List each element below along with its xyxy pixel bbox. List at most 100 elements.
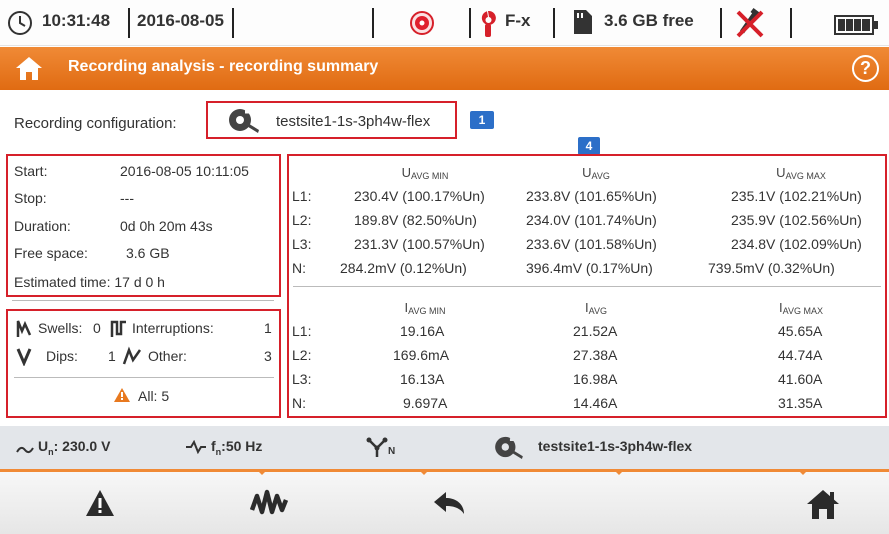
current-n-max: 31.35A [778,395,823,411]
current-row-label: L3: [292,371,312,387]
i-avg-min-header: IAVG MIN [404,300,446,316]
callout-badge-4: 4 [578,137,600,155]
current-l2-avg: 27.38A [573,347,618,363]
swell-icon [16,318,32,343]
waveform-button[interactable] [196,472,336,534]
all-events-count: All: 5 [138,388,170,404]
home-icon[interactable] [15,55,43,86]
u-avg-header: UAVG [582,165,610,181]
nominal-voltage: Un: 230.0 V [38,438,111,457]
recording-icon[interactable] [410,11,434,40]
duration-value: 0d 0h 20m 43s [120,218,213,234]
current-row-label: L2: [292,347,312,363]
voltage-l2-max: 235.9V (102.56%Un) [731,212,862,228]
clamp-type: F-x [505,11,531,30]
status-divider [232,8,234,38]
current-n-avg: 14.46A [573,395,618,411]
current-l3-min: 16.13A [400,371,445,387]
voltage-l3-avg: 233.6V (101.58%Un) [526,236,657,252]
clock-icon [7,10,33,41]
status-date: 2016-08-05 [137,11,224,30]
dip-icon [16,346,32,371]
status-divider [553,8,555,38]
home-button[interactable] [752,472,889,534]
battery-icon [834,15,880,40]
current-l1-max: 45.65A [778,323,823,339]
free-space-value: 3.6 GB [126,245,170,261]
voltage-l1-avg: 233.8V (101.65%Un) [526,188,657,204]
current-l2-min: 169.6mA [393,347,450,363]
bottom-toolbar [0,469,889,534]
stop-value: --- [120,190,134,206]
i-avg-header: IAVG [585,300,607,316]
status-bar: 10:31:48 2016-08-05 F-x 3.6 GB free [0,0,889,46]
events-button[interactable] [30,472,170,534]
current-l2-max: 44.74A [778,347,823,363]
clamp-config-icon [493,435,525,464]
callout-badge-1: 1 [470,111,494,129]
other-event-icon [122,346,142,371]
voltage-row-label: L1: [292,188,312,204]
recording-configuration-label: Recording configuration: [14,115,177,132]
recording-configuration-name[interactable]: testsite1-1s-3ph4w-flex [276,113,430,130]
system-neutral-label: N [388,446,396,457]
status-divider [469,8,471,38]
voltage-l2-avg: 234.0V (101.74%Un) [526,212,657,228]
warning-icon [113,387,131,408]
voltage-row-label: L2: [292,212,312,228]
status-time: 10:31:48 [42,11,111,30]
voltage-l2-min: 189.8V (82.50%Un) [354,212,477,228]
estimated-time: Estimated time: 17 d 0 h [14,274,165,290]
usb-disconnected-icon [734,6,766,45]
status-divider [372,8,374,38]
back-arrow-icon [434,492,464,514]
interruption-icon [110,318,128,343]
interruptions-count: 1 [264,320,272,336]
current-l1-avg: 21.52A [573,323,618,339]
storage-free: 3.6 GB free [604,11,694,30]
status-divider [128,8,130,38]
dips-label: Dips: [46,348,78,364]
back-button[interactable] [378,472,518,534]
title-bar: Recording analysis - recording summary ? [0,47,889,90]
status-divider [790,8,792,38]
free-space-label: Free space: [14,245,88,261]
duration-label: Duration: [14,218,71,234]
current-l3-max: 41.60A [778,371,823,387]
voltage-n-max: 739.5mV (0.32%Un) [708,260,835,276]
other-count: 3 [264,348,272,364]
other-label: Other: [148,348,187,364]
swells-label: Swells: [38,320,83,336]
ac-voltage-icon [16,442,34,460]
waveform-icon [250,489,288,515]
nominal-frequency: fn:50 Hz [211,438,263,457]
config-clamp-icon [227,107,261,138]
voltage-n-min: 284.2mV (0.12%Un) [340,260,467,276]
status-divider [720,8,722,38]
clamp-icon [478,8,498,43]
voltage-l1-max: 235.1V (102.21%Un) [731,188,862,204]
current-l1-min: 19.16A [400,323,445,339]
help-button[interactable]: ? [852,55,879,82]
current-row-label: N: [292,395,306,411]
wye-system-icon [366,436,388,463]
home-icon [807,490,839,519]
frequency-icon [185,439,207,459]
toolbar-tick [613,469,625,475]
i-avg-max-header: IAVG MAX [779,300,823,316]
voltage-l1-min: 230.4V (100.17%Un) [354,188,485,204]
start-label: Start: [14,163,48,179]
dips-count: 1 [108,348,116,364]
sd-card-icon [571,9,593,40]
u-avg-max-header: UAVG MAX [776,165,826,181]
start-value: 2016-08-05 10:11:05 [120,163,249,179]
swells-count: 0 [93,320,101,336]
page-title: Recording analysis - recording summary [68,58,379,75]
current-n-min: 9.697A [403,395,448,411]
table-divider [293,286,881,287]
voltage-l3-max: 234.8V (102.09%Un) [731,236,862,252]
stop-label: Stop: [14,190,47,206]
voltage-l3-min: 231.3V (100.57%Un) [354,236,485,252]
u-avg-min-header: UAVG MIN [401,165,449,181]
info-bar: Un: 230.0 V fn:50 Hz N testsite1-1s-3ph4… [0,426,889,469]
